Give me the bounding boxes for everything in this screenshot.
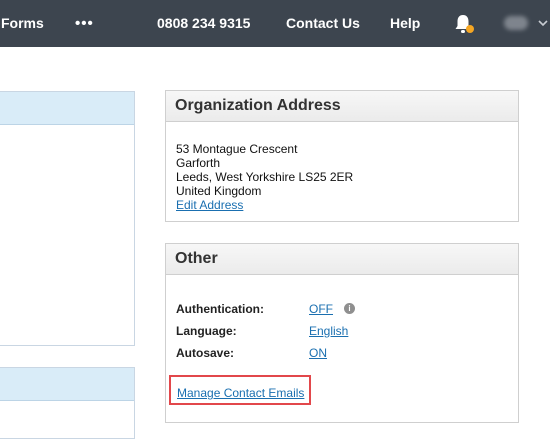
chevron-down-icon[interactable] — [538, 19, 548, 27]
authentication-label: Authentication: — [176, 302, 264, 316]
authentication-toggle-link[interactable]: OFF — [309, 302, 333, 316]
left-panel-bottom-header — [0, 368, 134, 401]
organization-address-title: Organization Address — [166, 91, 518, 122]
language-link[interactable]: English — [309, 324, 348, 338]
left-panel-top-header — [0, 92, 134, 125]
address-block: 53 Montague Crescent Garforth Leeds, Wes… — [166, 122, 518, 222]
autosave-label: Autosave: — [176, 346, 235, 360]
top-navigation-bar: Forms ••• 0808 234 9315 Contact Us Help — [0, 0, 550, 47]
address-line-2: Garforth — [176, 156, 221, 170]
other-panel-body: Authentication: OFF i Language: English … — [166, 275, 518, 423]
more-menu-icon[interactable]: ••• — [75, 0, 94, 47]
info-icon[interactable]: i — [344, 303, 355, 314]
notification-dot — [466, 25, 474, 33]
address-line-3: Leeds, West Yorkshire LS25 2ER — [176, 170, 354, 184]
autosave-toggle-link[interactable]: ON — [309, 346, 327, 360]
nav-forms[interactable]: Forms — [1, 0, 44, 47]
address-line-4: United Kingdom — [176, 184, 262, 198]
nav-phone-number[interactable]: 0808 234 9315 — [157, 0, 250, 47]
left-panel-top — [0, 91, 135, 346]
other-panel-title: Other — [166, 244, 518, 275]
user-account-menu[interactable] — [504, 16, 528, 30]
nav-contact-us[interactable]: Contact Us — [286, 0, 360, 47]
manage-contact-emails-link[interactable]: Manage Contact Emails — [177, 386, 304, 400]
left-panel-bottom — [0, 367, 135, 439]
language-label: Language: — [176, 324, 237, 338]
address-line-1: 53 Montague Crescent — [176, 142, 298, 156]
other-settings-panel: Other Authentication: OFF i Language: En… — [165, 243, 519, 423]
nav-help[interactable]: Help — [390, 0, 420, 47]
organization-address-panel: Organization Address 53 Montague Crescen… — [165, 90, 519, 222]
edit-address-link[interactable]: Edit Address — [176, 198, 508, 212]
